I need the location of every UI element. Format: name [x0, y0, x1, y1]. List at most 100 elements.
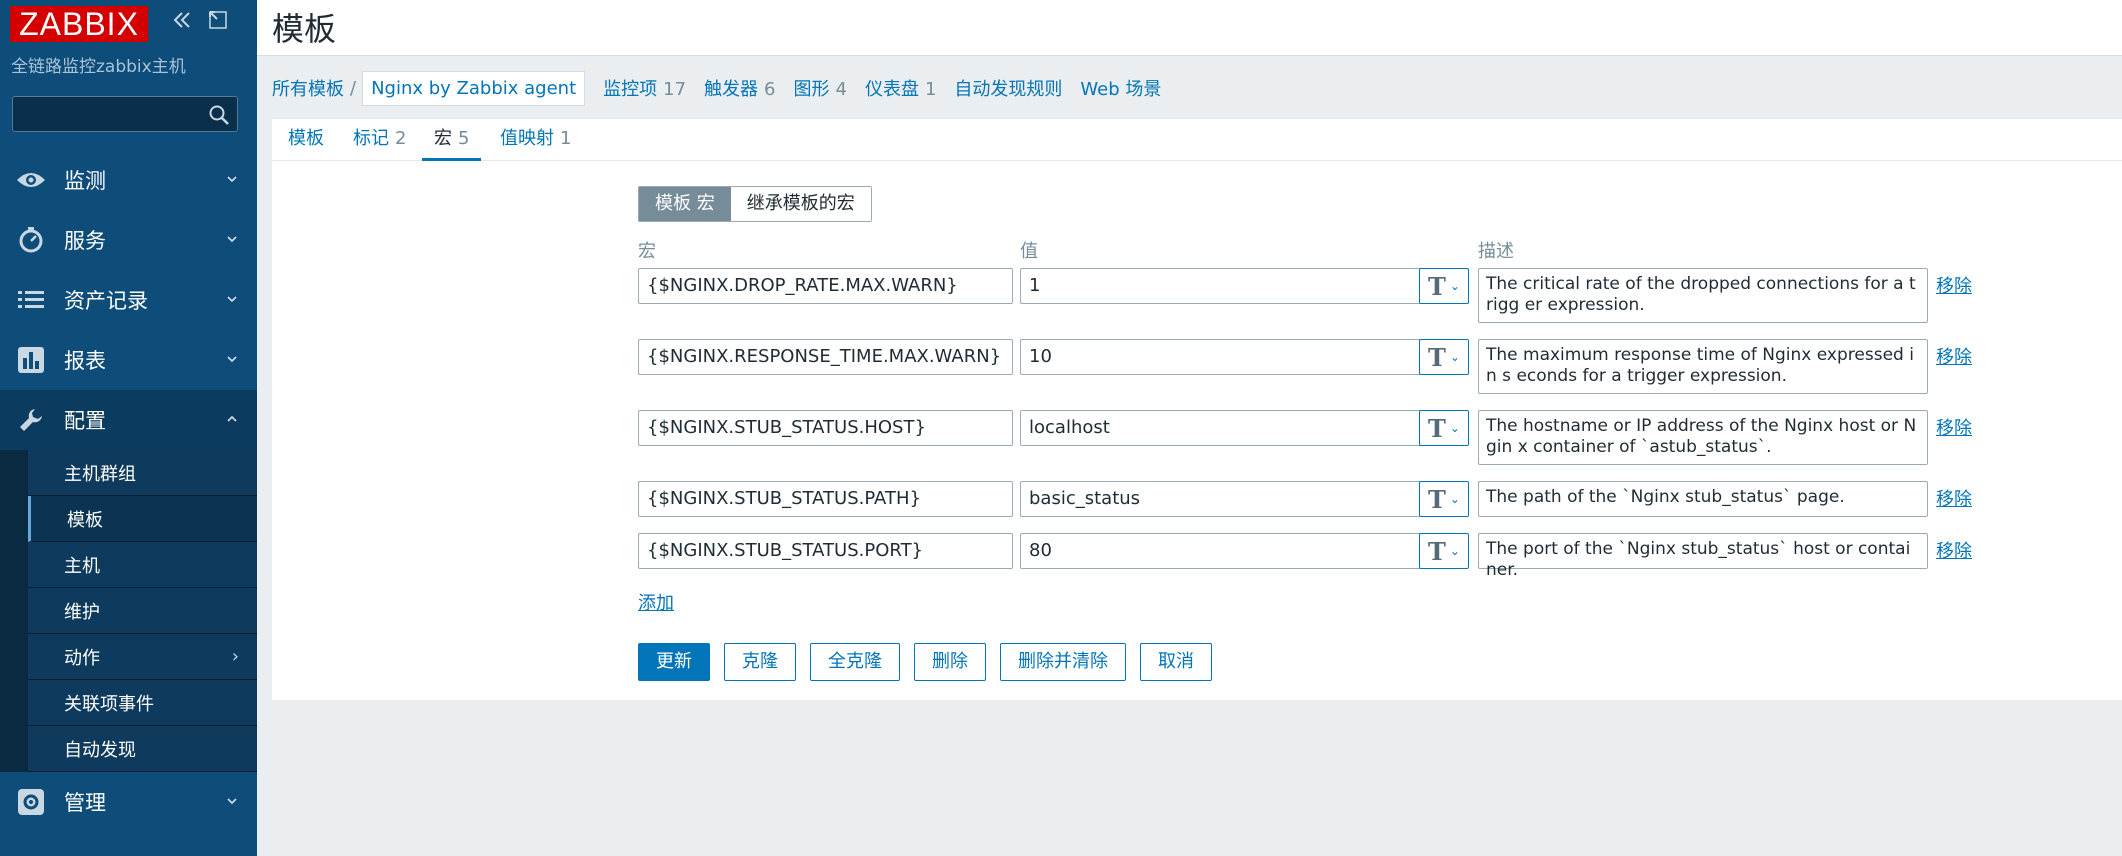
clone-button[interactable]: 克隆: [724, 643, 796, 681]
tab-value-mapping[interactable]: 值映射 1: [500, 119, 571, 161]
breadcrumb-triggers[interactable]: 触发器 6: [704, 75, 775, 101]
nav-configuration[interactable]: 配置: [0, 390, 257, 450]
remove-macro-link[interactable]: 移除: [1936, 485, 1972, 511]
macro-value-input[interactable]: localhost: [1020, 410, 1440, 446]
remove-macro-link[interactable]: 移除: [1936, 343, 1972, 369]
nav-inventory[interactable]: 资产记录: [0, 270, 257, 330]
nav-reports[interactable]: 报表: [0, 330, 257, 390]
update-button[interactable]: 更新: [638, 643, 710, 681]
value-type-button[interactable]: T ⌄: [1419, 533, 1469, 569]
add-macro-link[interactable]: 添加: [638, 589, 674, 615]
breadcrumb: 所有模板 / Nginx by Zabbix agent 监控项 17 触发器 6 …: [272, 70, 1161, 106]
value-type-button[interactable]: T ⌄: [1419, 410, 1469, 446]
list-icon: [12, 281, 50, 319]
submenu-label: 动作: [64, 647, 100, 669]
submenu-maintenance[interactable]: 维护: [28, 588, 257, 634]
macro-value-input[interactable]: basic_status: [1020, 481, 1440, 517]
remove-macro-link[interactable]: 移除: [1936, 537, 1972, 563]
submenu-event-correlation[interactable]: 关联项事件: [28, 680, 257, 726]
page-title: 模板: [272, 10, 337, 48]
breadcrumb-graphs[interactable]: 图形 4: [794, 75, 847, 101]
tab-macros[interactable]: 宏5: [422, 119, 482, 161]
submenu-host-groups[interactable]: 主机群组: [28, 450, 257, 496]
macro-description-input[interactable]: The critical rate of the dropped connect…: [1478, 268, 1928, 323]
macro-source-toggle: 模板 宏 继承模板的宏: [638, 186, 872, 222]
tab-tags[interactable]: 标记 2: [353, 119, 406, 161]
template-macros-button[interactable]: 模板 宏: [639, 187, 731, 221]
breadcrumb-items[interactable]: 监控项 17: [603, 75, 686, 101]
cancel-button[interactable]: 取消: [1140, 643, 1212, 681]
tab-label: 值映射: [500, 128, 554, 149]
remove-macro-link[interactable]: 移除: [1936, 272, 1972, 298]
submenu-hosts[interactable]: 主机: [28, 542, 257, 588]
server-name: 全链路监控zabbix主机: [11, 57, 186, 77]
tab-count: 1: [560, 128, 572, 149]
macro-name-input[interactable]: {$NGINX.RESPONSE_TIME.MAX.WARN}: [638, 339, 1013, 375]
macro-description-input[interactable]: The maximum response time of Nginx expre…: [1478, 339, 1928, 394]
macro-name-input[interactable]: {$NGINX.STUB_STATUS.PATH}: [638, 481, 1013, 517]
submenu-label: 主机: [64, 555, 100, 577]
sidebar-search-input[interactable]: [12, 96, 238, 132]
chevron-down-icon: ⌄: [1449, 279, 1460, 293]
macro-value-input[interactable]: 10: [1020, 339, 1440, 375]
tab-label: 标记: [353, 128, 389, 149]
chevron-down-icon: ⌄: [1449, 421, 1460, 435]
submenu-actions[interactable]: 动作 ›: [28, 634, 257, 680]
nav-monitoring[interactable]: 监测: [0, 150, 257, 210]
nav-administration[interactable]: 管理: [0, 772, 257, 832]
breadcrumb-current-template[interactable]: Nginx by Zabbix agent: [362, 70, 586, 106]
tab-label: 宏: [434, 128, 452, 149]
zabbix-logo[interactable]: ZABBIX: [10, 6, 148, 42]
chevron-down-icon: ⌄: [1449, 544, 1460, 558]
full-clone-button[interactable]: 全克隆: [810, 643, 900, 681]
macro-name-input[interactable]: {$NGINX.DROP_RATE.MAX.WARN}: [638, 268, 1013, 304]
inherited-macros-button[interactable]: 继承模板的宏: [730, 187, 871, 221]
kiosk-mode-icon[interactable]: [206, 8, 230, 39]
breadcrumb-web-scenarios[interactable]: Web 场景: [1080, 75, 1161, 101]
submenu-discovery[interactable]: 自动发现: [28, 726, 257, 772]
breadcrumb-discovery-rules[interactable]: 自动发现规则: [954, 75, 1062, 101]
value-type-button[interactable]: T ⌄: [1419, 339, 1469, 375]
nav-label: 服务: [64, 229, 106, 253]
breadcrumb-label: 自动发现规则: [954, 79, 1063, 100]
macro-description-input[interactable]: The port of the `Nginx stub_status` host…: [1478, 533, 1928, 580]
collapse-sidebar-icon[interactable]: [170, 8, 194, 39]
breadcrumb-count: 4: [835, 79, 847, 100]
search-icon[interactable]: [207, 103, 231, 127]
tab-template[interactable]: 模板: [288, 119, 324, 161]
breadcrumb-dashboards[interactable]: 仪表盘 1: [865, 75, 936, 101]
breadcrumb-label: 仪表盘: [864, 79, 919, 100]
nav-services[interactable]: 服务: [0, 210, 257, 270]
text-type-icon: T: [1428, 484, 1446, 514]
submenu-templates[interactable]: 模板: [28, 496, 257, 542]
wrench-icon: [12, 401, 50, 439]
nav-label: 资产记录: [64, 289, 148, 313]
text-type-icon: T: [1428, 413, 1446, 443]
value-type-button[interactable]: T ⌄: [1419, 268, 1469, 304]
clock-icon: [12, 221, 50, 259]
submenu-label: 自动发现: [64, 739, 136, 761]
delete-and-clear-button[interactable]: 删除并清除: [1000, 643, 1126, 681]
chevron-down-icon: ⌄: [1449, 492, 1460, 506]
nav-label: 配置: [64, 409, 106, 433]
submenu-label: 模板: [67, 509, 103, 531]
macro-value-input[interactable]: 80: [1020, 533, 1440, 569]
page-header: 模板: [257, 0, 2122, 56]
macro-name-input[interactable]: {$NGINX.STUB_STATUS.HOST}: [638, 410, 1013, 446]
column-header-value: 值: [1020, 241, 1038, 262]
tab-count: 5: [458, 128, 470, 149]
macro-description-input[interactable]: The hostname or IP address of the Nginx …: [1478, 410, 1928, 465]
configuration-submenu: 主机群组 模板 主机 维护 动作 › 关联项事件 自动发现: [0, 450, 257, 772]
breadcrumb-all-templates[interactable]: 所有模板: [272, 75, 344, 101]
macro-value-input[interactable]: 1: [1020, 268, 1440, 304]
macro-name-input[interactable]: {$NGINX.STUB_STATUS.PORT}: [638, 533, 1013, 569]
remove-macro-link[interactable]: 移除: [1936, 414, 1972, 440]
value-type-button[interactable]: T ⌄: [1419, 481, 1469, 517]
submenu-label: 主机群组: [64, 463, 136, 485]
macro-description-input[interactable]: The path of the `Nginx stub_status` page…: [1478, 481, 1928, 517]
breadcrumb-count: 17: [663, 79, 687, 100]
chevron-down-icon: [227, 236, 237, 243]
text-type-icon: T: [1428, 271, 1446, 301]
delete-button[interactable]: 删除: [914, 643, 986, 681]
nav-label: 管理: [64, 791, 106, 815]
